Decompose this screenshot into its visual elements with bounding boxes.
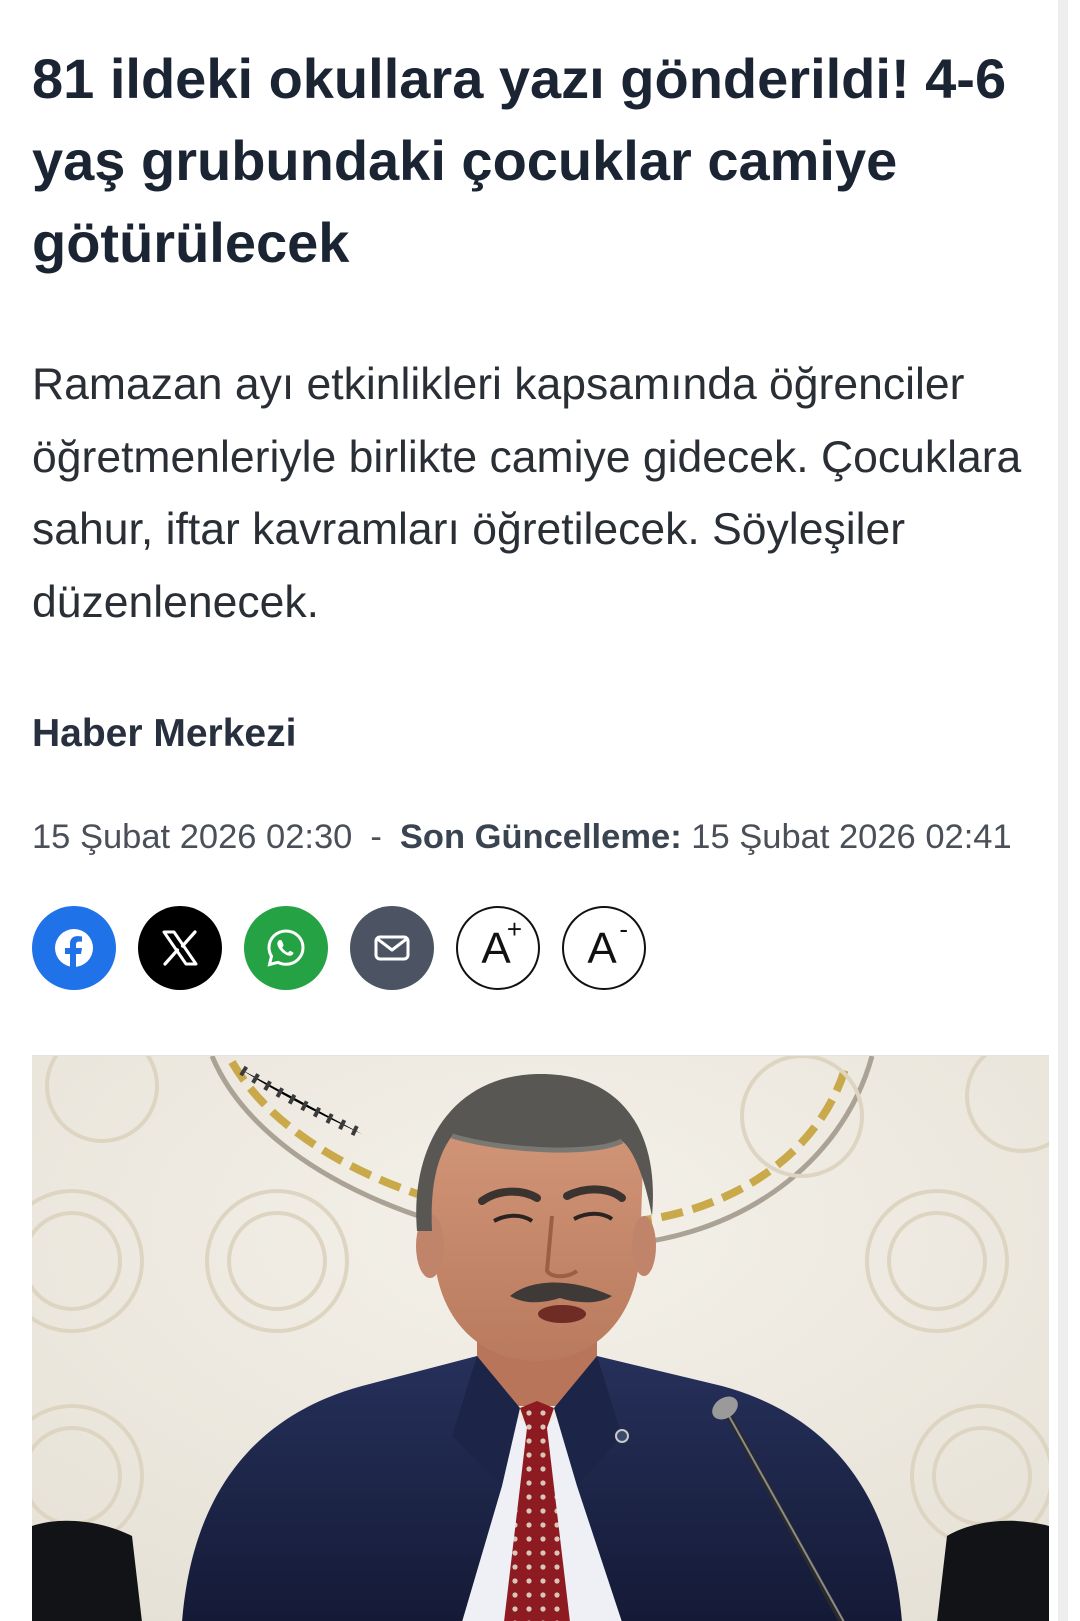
mail-icon — [374, 935, 410, 961]
updated-date: 15 Şubat 2026 02:41 — [691, 818, 1012, 856]
font-decrease-letter: A — [587, 924, 617, 973]
facebook-share-button[interactable] — [32, 906, 116, 990]
x-icon — [162, 930, 198, 966]
article-summary: Ramazan ayı etkinlikleri kapsamında öğre… — [32, 360, 1022, 627]
font-increase-button[interactable]: A + — [456, 906, 540, 990]
whatsapp-share-button[interactable] — [244, 906, 328, 990]
article-headline: 81 ildeki okullara yazı gönderildi! 4-6 … — [32, 47, 1007, 274]
font-decrease-button[interactable]: A - — [562, 906, 646, 990]
facebook-icon — [55, 929, 93, 968]
author-name[interactable]: Haber Merkezi — [32, 712, 296, 756]
share-bar: A + A - — [32, 906, 646, 990]
scrollbar[interactable] — [1058, 0, 1068, 1621]
minus-icon: - — [619, 914, 628, 944]
article-photo — [32, 1055, 1049, 1621]
minister-speaking-photo — [32, 1056, 1049, 1621]
published-date: 15 Şubat 2026 02:30 — [32, 818, 353, 856]
article-page: 81 ildeki okullara yazı gönderildi! 4-6 … — [0, 0, 1080, 1621]
whatsapp-icon — [267, 929, 305, 967]
mail-share-button[interactable] — [350, 906, 434, 990]
updated-label: Son Güncelleme: — [399, 818, 682, 856]
article-dates: 15 Şubat 2026 02:30- Son Güncelleme: 15 Ş… — [32, 818, 1012, 857]
date-separator: - — [370, 818, 382, 856]
x-share-button[interactable] — [138, 906, 222, 990]
plus-icon: + — [506, 914, 522, 944]
